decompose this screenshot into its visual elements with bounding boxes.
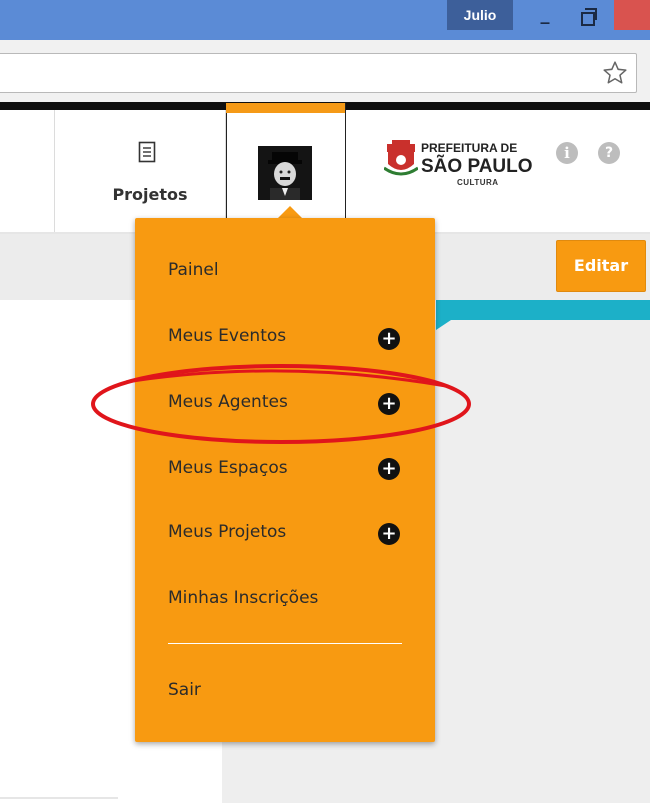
active-tab-indicator [226,103,345,113]
brasao-logo-icon [384,140,418,176]
help-icon[interactable]: ? [598,142,620,164]
address-bar[interactable] [0,53,637,93]
document-icon[interactable] [138,141,156,163]
profile-badge[interactable]: Julio [447,0,513,30]
dropdown-caret [278,206,302,218]
logo-cultura: CULTURA [457,178,499,187]
add-agente-icon[interactable]: + [378,393,400,415]
teal-banner [436,300,650,320]
add-evento-icon[interactable]: + [378,328,400,350]
menu-divider [168,643,402,644]
menu-item-sair[interactable]: Sair [168,680,201,700]
menu-item-meus-projetos[interactable]: Meus Projetos [168,522,286,542]
logo-prefeitura: PREFEITURA DE [421,141,518,155]
menu-item-meus-espacos[interactable]: Meus Espaços [168,458,288,478]
menu-item-meus-agentes[interactable]: Meus Agentes [168,392,288,412]
add-espaco-icon[interactable]: + [378,458,400,480]
info-icon[interactable]: i [556,142,578,164]
menu-item-painel[interactable]: Painel [168,260,219,280]
bookmark-star-icon[interactable] [602,60,628,86]
edit-button[interactable]: Editar [556,240,646,292]
avatar[interactable] [258,146,312,200]
nav-projetos[interactable]: Projetos [80,185,220,204]
restore-button[interactable] [572,4,602,30]
teal-banner-notch [436,318,454,330]
restore-icon [581,12,595,26]
user-dropdown-menu [135,218,435,742]
menu-item-meus-eventos[interactable]: Meus Eventos [168,326,286,346]
menu-item-minhas-inscricoes[interactable]: Minhas Inscrições [168,588,318,608]
header-separator [54,110,55,232]
divider [0,797,118,799]
add-projeto-icon[interactable]: + [378,523,400,545]
minimize-button[interactable]: _ [530,4,560,30]
close-button[interactable] [614,0,650,30]
logo-sao-paulo: SÃO PAULO [421,156,533,177]
